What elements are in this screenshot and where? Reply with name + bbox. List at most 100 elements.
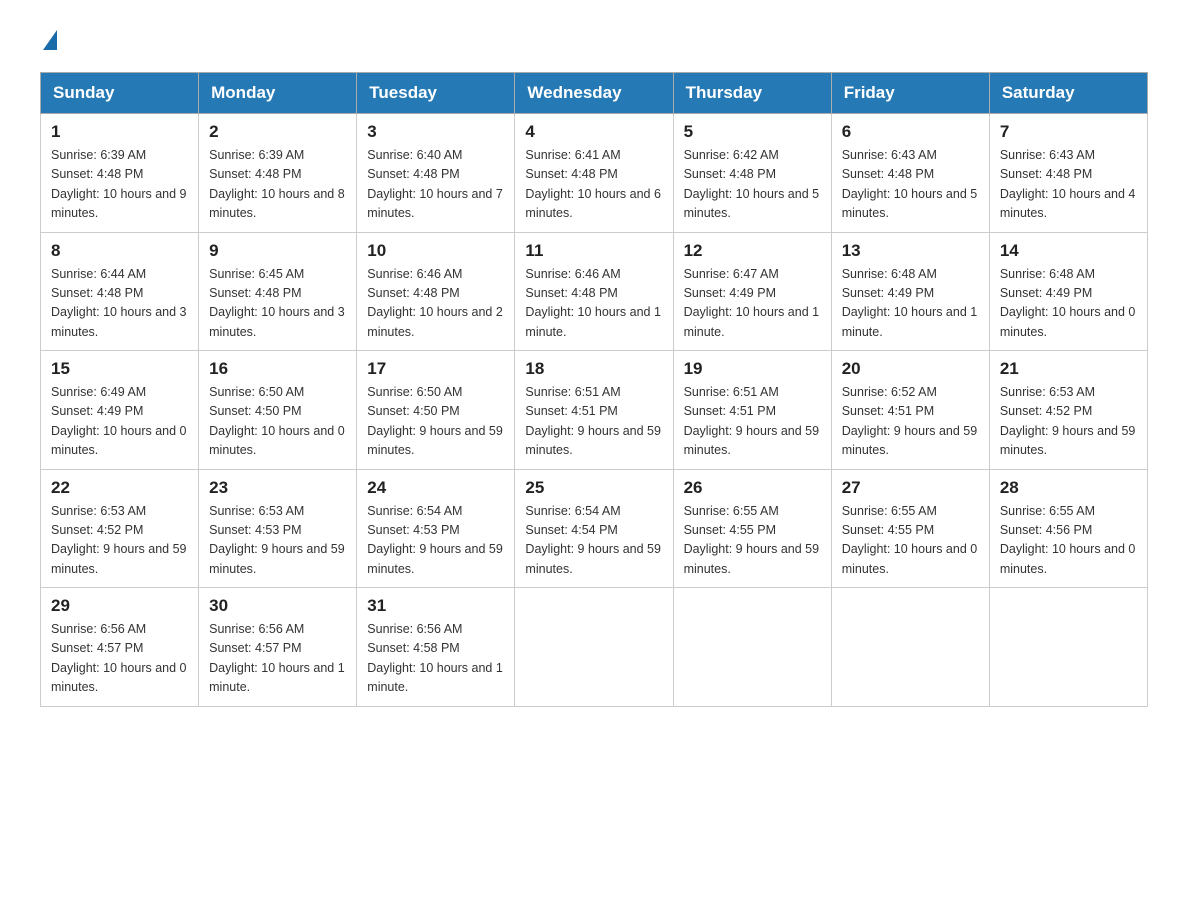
calendar-cell: 13 Sunrise: 6:48 AM Sunset: 4:49 PM Dayl… [831,232,989,351]
day-number: 25 [525,478,662,498]
calendar-table: SundayMondayTuesdayWednesdayThursdayFrid… [40,72,1148,707]
day-number: 20 [842,359,979,379]
day-info: Sunrise: 6:43 AM Sunset: 4:48 PM Dayligh… [1000,146,1137,224]
logo-top [40,30,57,52]
day-number: 4 [525,122,662,142]
day-number: 8 [51,241,188,261]
calendar-cell: 5 Sunrise: 6:42 AM Sunset: 4:48 PM Dayli… [673,114,831,233]
day-number: 15 [51,359,188,379]
calendar-cell: 26 Sunrise: 6:55 AM Sunset: 4:55 PM Dayl… [673,469,831,588]
day-info: Sunrise: 6:55 AM Sunset: 4:56 PM Dayligh… [1000,502,1137,580]
day-info: Sunrise: 6:56 AM Sunset: 4:57 PM Dayligh… [209,620,346,698]
weekday-header-friday: Friday [831,73,989,114]
day-info: Sunrise: 6:41 AM Sunset: 4:48 PM Dayligh… [525,146,662,224]
day-number: 6 [842,122,979,142]
day-info: Sunrise: 6:47 AM Sunset: 4:49 PM Dayligh… [684,265,821,343]
day-number: 27 [842,478,979,498]
day-info: Sunrise: 6:50 AM Sunset: 4:50 PM Dayligh… [209,383,346,461]
calendar-week-4: 22 Sunrise: 6:53 AM Sunset: 4:52 PM Dayl… [41,469,1148,588]
day-number: 3 [367,122,504,142]
day-info: Sunrise: 6:53 AM Sunset: 4:52 PM Dayligh… [51,502,188,580]
day-number: 19 [684,359,821,379]
calendar-cell: 18 Sunrise: 6:51 AM Sunset: 4:51 PM Dayl… [515,351,673,470]
calendar-cell: 22 Sunrise: 6:53 AM Sunset: 4:52 PM Dayl… [41,469,199,588]
day-info: Sunrise: 6:51 AM Sunset: 4:51 PM Dayligh… [684,383,821,461]
weekday-header-row: SundayMondayTuesdayWednesdayThursdayFrid… [41,73,1148,114]
calendar-week-5: 29 Sunrise: 6:56 AM Sunset: 4:57 PM Dayl… [41,588,1148,707]
calendar-cell: 11 Sunrise: 6:46 AM Sunset: 4:48 PM Dayl… [515,232,673,351]
weekday-header-wednesday: Wednesday [515,73,673,114]
day-number: 16 [209,359,346,379]
weekday-header-tuesday: Tuesday [357,73,515,114]
page-header [40,30,1148,52]
calendar-cell: 9 Sunrise: 6:45 AM Sunset: 4:48 PM Dayli… [199,232,357,351]
calendar-cell: 10 Sunrise: 6:46 AM Sunset: 4:48 PM Dayl… [357,232,515,351]
calendar-cell: 19 Sunrise: 6:51 AM Sunset: 4:51 PM Dayl… [673,351,831,470]
calendar-cell: 31 Sunrise: 6:56 AM Sunset: 4:58 PM Dayl… [357,588,515,707]
calendar-cell: 17 Sunrise: 6:50 AM Sunset: 4:50 PM Dayl… [357,351,515,470]
day-info: Sunrise: 6:39 AM Sunset: 4:48 PM Dayligh… [209,146,346,224]
calendar-cell: 24 Sunrise: 6:54 AM Sunset: 4:53 PM Dayl… [357,469,515,588]
day-number: 5 [684,122,821,142]
day-number: 26 [684,478,821,498]
day-number: 22 [51,478,188,498]
day-info: Sunrise: 6:40 AM Sunset: 4:48 PM Dayligh… [367,146,504,224]
calendar-cell: 30 Sunrise: 6:56 AM Sunset: 4:57 PM Dayl… [199,588,357,707]
day-info: Sunrise: 6:56 AM Sunset: 4:58 PM Dayligh… [367,620,504,698]
day-info: Sunrise: 6:48 AM Sunset: 4:49 PM Dayligh… [842,265,979,343]
calendar-cell [673,588,831,707]
day-info: Sunrise: 6:49 AM Sunset: 4:49 PM Dayligh… [51,383,188,461]
day-info: Sunrise: 6:50 AM Sunset: 4:50 PM Dayligh… [367,383,504,461]
day-number: 24 [367,478,504,498]
day-info: Sunrise: 6:56 AM Sunset: 4:57 PM Dayligh… [51,620,188,698]
day-info: Sunrise: 6:43 AM Sunset: 4:48 PM Dayligh… [842,146,979,224]
day-info: Sunrise: 6:53 AM Sunset: 4:53 PM Dayligh… [209,502,346,580]
day-number: 7 [1000,122,1137,142]
day-info: Sunrise: 6:52 AM Sunset: 4:51 PM Dayligh… [842,383,979,461]
calendar-cell [515,588,673,707]
day-info: Sunrise: 6:54 AM Sunset: 4:53 PM Dayligh… [367,502,504,580]
calendar-cell: 29 Sunrise: 6:56 AM Sunset: 4:57 PM Dayl… [41,588,199,707]
calendar-cell: 21 Sunrise: 6:53 AM Sunset: 4:52 PM Dayl… [989,351,1147,470]
weekday-header-saturday: Saturday [989,73,1147,114]
calendar-cell: 6 Sunrise: 6:43 AM Sunset: 4:48 PM Dayli… [831,114,989,233]
day-number: 31 [367,596,504,616]
day-number: 12 [684,241,821,261]
calendar-cell [989,588,1147,707]
day-info: Sunrise: 6:44 AM Sunset: 4:48 PM Dayligh… [51,265,188,343]
day-number: 30 [209,596,346,616]
day-number: 1 [51,122,188,142]
day-number: 10 [367,241,504,261]
calendar-cell: 28 Sunrise: 6:55 AM Sunset: 4:56 PM Dayl… [989,469,1147,588]
day-number: 28 [1000,478,1137,498]
calendar-cell: 7 Sunrise: 6:43 AM Sunset: 4:48 PM Dayli… [989,114,1147,233]
calendar-cell: 23 Sunrise: 6:53 AM Sunset: 4:53 PM Dayl… [199,469,357,588]
calendar-week-1: 1 Sunrise: 6:39 AM Sunset: 4:48 PM Dayli… [41,114,1148,233]
day-info: Sunrise: 6:55 AM Sunset: 4:55 PM Dayligh… [684,502,821,580]
day-info: Sunrise: 6:42 AM Sunset: 4:48 PM Dayligh… [684,146,821,224]
calendar-cell: 8 Sunrise: 6:44 AM Sunset: 4:48 PM Dayli… [41,232,199,351]
day-number: 17 [367,359,504,379]
day-number: 13 [842,241,979,261]
calendar-cell: 3 Sunrise: 6:40 AM Sunset: 4:48 PM Dayli… [357,114,515,233]
day-info: Sunrise: 6:45 AM Sunset: 4:48 PM Dayligh… [209,265,346,343]
day-number: 9 [209,241,346,261]
weekday-header-monday: Monday [199,73,357,114]
calendar-cell: 12 Sunrise: 6:47 AM Sunset: 4:49 PM Dayl… [673,232,831,351]
calendar-cell: 25 Sunrise: 6:54 AM Sunset: 4:54 PM Dayl… [515,469,673,588]
calendar-cell: 14 Sunrise: 6:48 AM Sunset: 4:49 PM Dayl… [989,232,1147,351]
calendar-cell: 20 Sunrise: 6:52 AM Sunset: 4:51 PM Dayl… [831,351,989,470]
day-number: 21 [1000,359,1137,379]
day-number: 11 [525,241,662,261]
day-info: Sunrise: 6:51 AM Sunset: 4:51 PM Dayligh… [525,383,662,461]
calendar-cell: 1 Sunrise: 6:39 AM Sunset: 4:48 PM Dayli… [41,114,199,233]
day-number: 29 [51,596,188,616]
weekday-header-thursday: Thursday [673,73,831,114]
day-number: 14 [1000,241,1137,261]
day-number: 23 [209,478,346,498]
calendar-cell: 16 Sunrise: 6:50 AM Sunset: 4:50 PM Dayl… [199,351,357,470]
calendar-cell: 2 Sunrise: 6:39 AM Sunset: 4:48 PM Dayli… [199,114,357,233]
logo-triangle-icon [43,30,57,50]
day-number: 2 [209,122,346,142]
day-info: Sunrise: 6:39 AM Sunset: 4:48 PM Dayligh… [51,146,188,224]
